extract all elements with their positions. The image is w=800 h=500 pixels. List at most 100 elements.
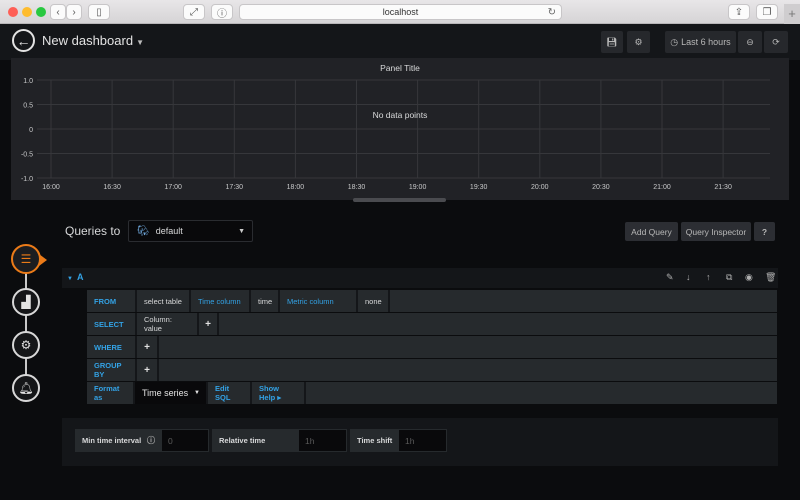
caret-down-icon: ▼: [136, 38, 144, 47]
x-tick-label: 20:30: [592, 184, 610, 191]
time-range-label: Last 6 hours: [681, 37, 731, 47]
rail-general-tab[interactable]: ⚙: [12, 331, 40, 359]
back-nav-button[interactable]: ‹: [50, 4, 66, 20]
dashboard-navbar: ← New dashboard ▼ 💾︎ ⚙ ◷ Last 6 hours ⊖ ⟳: [0, 24, 800, 60]
add-select-button[interactable]: +: [199, 313, 219, 335]
caret-down-icon: ▼: [238, 227, 245, 235]
query-ref-id: ▼ A: [67, 272, 84, 282]
zoom-out-icon: ⊖: [746, 36, 754, 47]
time-shift-label: Time shift: [350, 429, 398, 452]
format-select[interactable]: Time series ▼: [135, 382, 208, 404]
chevron-left-icon: ‹: [56, 6, 60, 18]
tabs-icon: ❐: [762, 6, 772, 18]
y-tick-label: 0: [29, 127, 33, 134]
collapse-caret-icon[interactable]: ▼: [67, 276, 73, 282]
fullscreen-button[interactable]: ⤢: [183, 4, 205, 20]
graph-chart: 1.0 0.5 0 -0.5 -1.0 16:00 16:30 17:00 17:30 18:0…: [21, 78, 770, 191]
zoom-out-button[interactable]: ⊖: [738, 31, 762, 53]
postgres-icon: 🐘︎: [137, 225, 150, 237]
x-tick-label: 19:30: [470, 184, 488, 191]
refresh-icon: ⟳: [772, 36, 780, 47]
from-label: FROM: [87, 290, 137, 312]
where-label: WHERE: [87, 336, 137, 358]
new-tab-button[interactable]: +: [784, 4, 800, 24]
x-tick-label: 21:30: [714, 184, 732, 191]
y-tick-label: -1.0: [21, 176, 33, 183]
duplicate-icon[interactable]: ⧉: [726, 272, 732, 283]
metric-column-label: Metric column: [280, 290, 358, 312]
metric-column-select[interactable]: none: [358, 290, 390, 312]
column-select[interactable]: Column: value: [137, 313, 199, 335]
relative-time-input[interactable]: 1h: [298, 429, 347, 452]
datasource-select[interactable]: 🐘︎ default ▼: [128, 220, 253, 242]
forward-nav-button[interactable]: ›: [66, 4, 82, 20]
table-select[interactable]: select table: [137, 290, 191, 312]
refresh-button[interactable]: ⟳: [764, 31, 788, 53]
graph-panel: 1.0 0.5 0 -0.5 -1.0 16:00 16:30 17:00 17:30 18:0…: [11, 58, 789, 200]
query-inspector-button[interactable]: Query Inspector: [681, 222, 751, 241]
min-time-interval-input[interactable]: 0: [161, 429, 209, 452]
expand-icon: ⤢: [190, 6, 198, 18]
x-tick-label: 20:00: [531, 184, 549, 191]
group-by-row: GROUP BY +: [87, 359, 777, 381]
query-row-header[interactable]: ▼ A ✎ ↓ ↑ ⧉ ◉ 🗑︎: [62, 268, 778, 288]
save-dashboard-button[interactable]: 💾︎: [601, 31, 623, 53]
min-time-interval-text: Min time interval: [82, 436, 142, 445]
x-tick-label: 17:00: [164, 184, 182, 191]
y-tick-label: 1.0: [23, 78, 33, 85]
x-tick-label: 21:00: [653, 184, 671, 191]
caret-down-icon: ▼: [194, 390, 200, 396]
info-icon[interactable]: ⓘ: [147, 435, 155, 446]
close-window-button[interactable]: [8, 7, 18, 17]
help-button[interactable]: ?: [754, 222, 775, 241]
save-icon: 💾︎: [606, 36, 618, 47]
url-text: localhost: [382, 7, 419, 17]
back-arrow-icon[interactable]: ←: [12, 29, 35, 52]
time-column-select[interactable]: time: [251, 290, 280, 312]
edit-sql-button[interactable]: Edit SQL: [208, 382, 252, 404]
clock-icon: ◷: [670, 36, 679, 47]
maximize-window-button[interactable]: [36, 7, 46, 17]
no-data-message: No data points: [372, 110, 428, 120]
tabs-button[interactable]: ❐: [756, 4, 778, 20]
rail-connector: [25, 270, 27, 380]
x-tick-label: 17:30: [226, 184, 244, 191]
y-tick-label: -0.5: [21, 152, 33, 159]
select-label: SELECT: [87, 313, 137, 335]
add-query-button[interactable]: Add Query: [625, 222, 678, 241]
share-icon: ⇪: [734, 6, 744, 18]
from-row: FROM select table Time column time Metri…: [87, 290, 777, 312]
edit-pencil-icon[interactable]: ✎: [666, 272, 674, 283]
address-bar[interactable]: localhost ↻: [239, 4, 562, 20]
rail-queries-tab[interactable]: ☰: [11, 244, 47, 274]
format-row: Format as Time series ▼ Edit SQL Show He…: [87, 382, 777, 404]
dashboard-title[interactable]: New dashboard ▼: [42, 33, 144, 48]
x-tick-label: 16:30: [103, 184, 121, 191]
visualization-icon: ▟: [21, 295, 31, 309]
move-down-icon[interactable]: ↓: [686, 272, 691, 282]
rail-alert-tab[interactable]: 🔔︎: [12, 374, 40, 402]
minimize-window-button[interactable]: [22, 7, 32, 17]
password-button[interactable]: ⓘ: [211, 4, 233, 20]
time-shift-input[interactable]: 1h: [398, 429, 447, 452]
rail-visualization-tab[interactable]: ▟: [12, 288, 40, 316]
x-tick-label: 18:00: [287, 184, 305, 191]
sidebar-toggle-button[interactable]: ▯: [88, 4, 110, 20]
show-help-button[interactable]: Show Help ▸: [252, 382, 306, 404]
x-tick-label: 19:00: [409, 184, 427, 191]
share-button[interactable]: ⇪: [728, 4, 750, 20]
x-tick-label: 16:00: [42, 184, 60, 191]
trash-icon[interactable]: 🗑︎: [765, 272, 776, 283]
general-settings-icon: ⚙: [20, 338, 32, 352]
panel-title[interactable]: Panel Title: [11, 63, 789, 73]
add-group-by-button[interactable]: +: [137, 359, 159, 381]
settings-button[interactable]: ⚙: [627, 31, 650, 53]
time-picker-button[interactable]: ◷ Last 6 hours: [665, 31, 736, 53]
database-icon: ☰: [20, 252, 32, 266]
format-value: Time series: [142, 388, 189, 398]
reload-icon[interactable]: ↻: [548, 7, 556, 18]
eye-icon[interactable]: ◉: [745, 272, 753, 283]
move-up-icon[interactable]: ↑: [706, 272, 711, 282]
panel-resize-handle[interactable]: [353, 198, 446, 202]
add-where-button[interactable]: +: [137, 336, 159, 358]
